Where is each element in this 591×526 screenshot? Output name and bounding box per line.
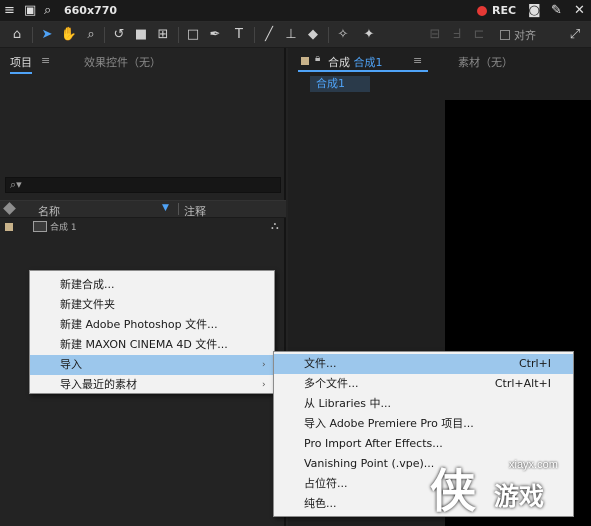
composition-tabs: 🔒︎ 合成 合成1 ≡ 素材（无） (288, 48, 591, 72)
comp-subtab[interactable]: 合成1 (310, 76, 370, 92)
project-item-label: 合成 1 (50, 223, 77, 233)
zoom-tool-icon[interactable]: ⌕ (82, 26, 100, 44)
menu-item-label: 导入最近的素材 (60, 378, 137, 391)
window-icon[interactable]: ▣ (24, 3, 36, 19)
menu-item-label: 纯色... (304, 497, 337, 510)
project-column-header: 名称 ▼ 注释 (0, 200, 286, 218)
eraser-tool-icon[interactable]: ◆ (304, 26, 322, 44)
menu-item-label: 文件... (304, 357, 337, 370)
hand-tool-icon[interactable]: ✋ (60, 26, 78, 44)
menu-item-label: 导入 (60, 358, 82, 371)
project-panel-tabs: 项目 ≡ 效果控件（无） (0, 48, 286, 74)
menu-item-import-recent[interactable]: 导入最近的素材 › (30, 375, 274, 395)
toolbar-divider (254, 27, 255, 43)
project-context-menu: 新建合成... 新建文件夹 新建 Adobe Photoshop 文件... 新… (29, 270, 275, 394)
sort-arrow-icon[interactable]: ▼ (162, 203, 169, 213)
disabled-view-icon: ⊏ (473, 27, 485, 42)
brush-tool-icon[interactable]: ╱ (260, 26, 278, 44)
align-checkbox[interactable] (500, 30, 510, 40)
menu-item-label: 新建文件夹 (60, 298, 115, 311)
record-button[interactable]: REC (492, 3, 516, 19)
composition-icon (33, 221, 47, 232)
tab-composition[interactable]: 合成 合成1 (328, 54, 383, 70)
toolbar-divider (178, 27, 179, 43)
disabled-tool-icon: ⊟ (429, 27, 441, 42)
clone-stamp-tool-icon[interactable]: ⊥ (282, 26, 300, 44)
disabled-axis-icon: ᖵ (453, 27, 461, 42)
search-icon[interactable]: ⌕ (44, 3, 51, 19)
toolbar-divider (32, 27, 33, 43)
menu-item-label: 占位符... (304, 477, 348, 490)
menu-item-from-libraries[interactable]: 从 Libraries 中... (274, 394, 573, 414)
column-comment[interactable]: 注释 (184, 203, 206, 219)
menu-item-import-multiple[interactable]: 多个文件... Ctrl+Alt+I (274, 374, 573, 394)
menu-item-label: 新建合成... (60, 278, 115, 291)
menu-item-label: 新建 Adobe Photoshop 文件... (60, 318, 218, 331)
home-icon[interactable]: ⌂ (8, 26, 26, 44)
active-tab-underline (10, 72, 32, 74)
menu-item-import-file[interactable]: 文件... Ctrl+I (274, 354, 573, 374)
menu-item-import[interactable]: 导入 › (30, 355, 274, 375)
menu-item-label: 多个文件... (304, 377, 359, 390)
tab-composition-name: 合成1 (353, 56, 383, 69)
submenu-arrow-icon: › (262, 380, 266, 390)
tab-project-label: 项目 (10, 56, 32, 69)
panel-menu-icon[interactable]: ≡ (41, 54, 50, 67)
capture-size-label: 660x770 (64, 4, 118, 17)
tab-effect-controls[interactable]: 效果控件（无） (84, 54, 161, 70)
search-icon: ⌕▾ (10, 178, 22, 191)
menu-item-label: 新建 MAXON CINEMA 4D 文件... (60, 338, 228, 351)
menu-item-new-composition[interactable]: 新建合成... (30, 275, 274, 295)
project-search-input[interactable]: ⌕▾ (5, 177, 281, 193)
menu-item-pro-import[interactable]: Pro Import After Effects... (274, 434, 573, 454)
toolbar-divider (328, 27, 329, 43)
shape-tool-icon[interactable]: □ (184, 26, 202, 44)
camera-tool-icon[interactable]: ■ (132, 26, 150, 44)
type-tool-icon[interactable]: T (230, 26, 248, 44)
menu-item-new-cinema4d-file[interactable]: 新建 MAXON CINEMA 4D 文件... (30, 335, 274, 355)
panel-menu-icon[interactable]: ≡ (413, 54, 422, 67)
flowchart-icon[interactable]: ⛬ (271, 219, 279, 233)
tab-footage[interactable]: 素材（无） (458, 54, 513, 70)
label-color-swatch (5, 223, 13, 231)
expand-icon[interactable]: ⤢ (566, 26, 584, 44)
column-divider[interactable] (178, 203, 179, 215)
menu-item-label: 从 Libraries 中... (304, 397, 391, 410)
column-name[interactable]: 名称 (38, 203, 60, 219)
recorder-bar: ≡ ▣ ⌕ 660x770 REC ◙ ✎ ✕ (0, 0, 591, 22)
toolbar-divider (104, 27, 105, 43)
menu-item-label: Vanishing Point (.vpe)... (304, 457, 435, 470)
selection-tool-icon[interactable]: ➤ (38, 26, 56, 44)
menu-item-label: 导入 Adobe Premiere Pro 项目... (304, 417, 474, 430)
tab-project[interactable]: 项目 (10, 54, 32, 74)
rotate-tool-icon[interactable]: ↺ (110, 26, 128, 44)
watermark-url: xiayx.com (509, 459, 558, 471)
label-column-icon[interactable] (3, 202, 16, 215)
hamburger-menu-icon[interactable]: ≡ (4, 3, 15, 19)
align-label: 对齐 (514, 29, 536, 42)
menu-item-shortcut: Ctrl+I (518, 357, 551, 370)
watermark-logo-glyph: 侠 (430, 464, 476, 518)
submenu-arrow-icon: › (262, 360, 266, 370)
tools-toolbar: ⌂ ➤ ✋ ⌕ ↺ ■ ⊞ □ ✒ T ╱ ⊥ ◆ ✧ ✦ ⊟ ᖵ ⊏ 对齐 ⤢ (0, 22, 591, 48)
roto-brush-tool-icon[interactable]: ✧ (334, 26, 352, 44)
project-item-row[interactable]: 合成 1 ⛬ (0, 219, 286, 235)
menu-item-import-premiere-project[interactable]: 导入 Adobe Premiere Pro 项目... (274, 414, 573, 434)
record-dot-icon[interactable] (477, 6, 487, 16)
pencil-icon[interactable]: ✎ (551, 3, 562, 19)
pen-tool-icon[interactable]: ✒ (206, 26, 224, 44)
lock-icon[interactable]: 🔒︎ (315, 53, 320, 64)
comp-label-swatch (301, 57, 309, 65)
menu-item-new-folder[interactable]: 新建文件夹 (30, 295, 274, 315)
puppet-pin-tool-icon[interactable]: ✦ (360, 26, 378, 44)
menu-item-label: Pro Import After Effects... (304, 437, 443, 450)
tab-composition-prefix: 合成 (328, 56, 350, 69)
watermark-logo-text: 游戏 (494, 482, 545, 511)
close-icon[interactable]: ✕ (574, 3, 585, 19)
pan-behind-tool-icon[interactable]: ⊞ (154, 26, 172, 44)
menu-item-new-photoshop-file[interactable]: 新建 Adobe Photoshop 文件... (30, 315, 274, 335)
active-tab-underline (298, 70, 428, 72)
menu-item-shortcut: Ctrl+Alt+I (494, 377, 551, 390)
camera-icon[interactable]: ◙ (528, 3, 541, 19)
